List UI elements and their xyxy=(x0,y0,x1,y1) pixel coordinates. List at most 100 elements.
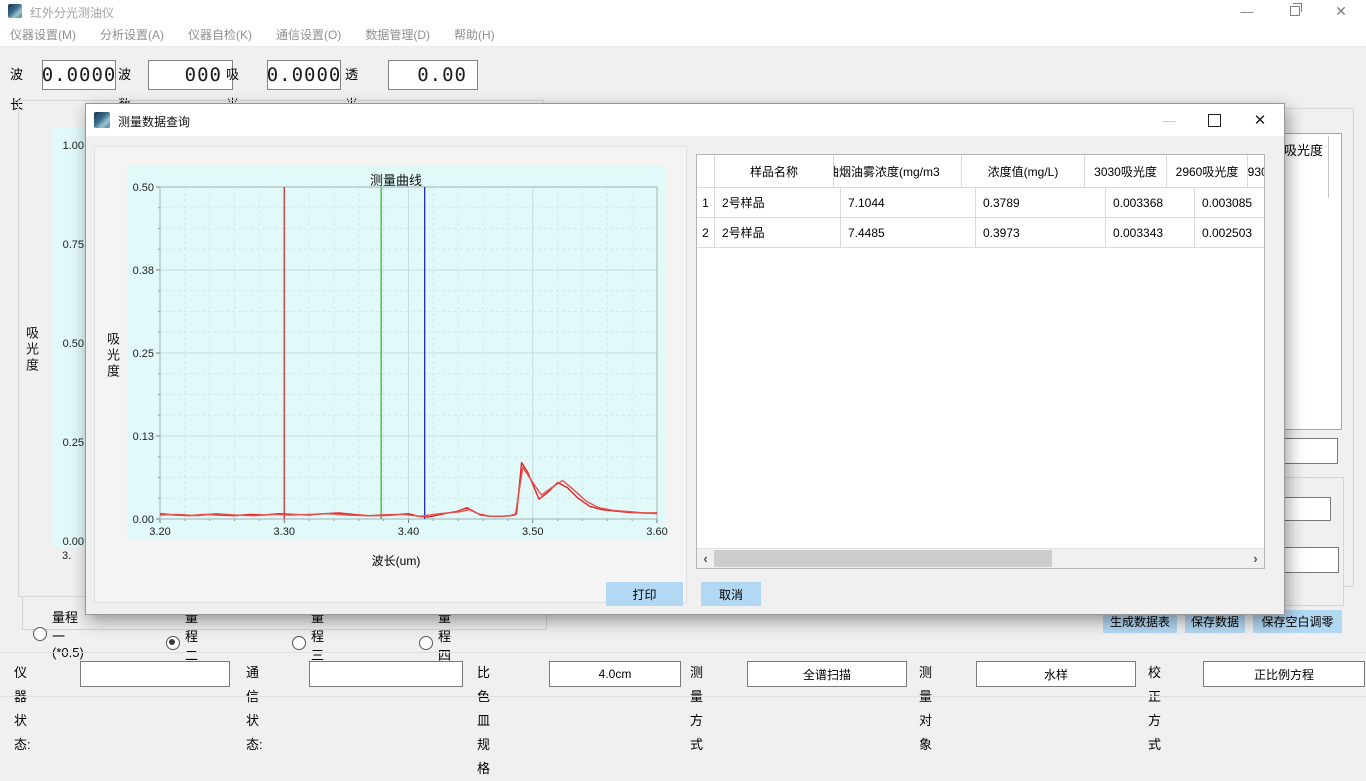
table-cell: 2号样品 xyxy=(715,218,841,247)
main-chart-ylabel: 吸光度 xyxy=(22,326,41,374)
table-cell: 1 xyxy=(697,188,715,217)
bottom-divider xyxy=(0,696,1366,697)
lcd-field-label: 波数 xyxy=(118,60,131,90)
scrollbar-thumb[interactable] xyxy=(714,550,1052,567)
header-text: 2930吸光度 xyxy=(1248,163,1265,180)
table-cell: 0.003368 xyxy=(1106,188,1195,217)
y-tick-label: 0.50 xyxy=(56,338,84,350)
y-tick-label: 0.00 xyxy=(133,514,154,526)
table-row[interactable]: 22号样品7.44850.39730.0033430.0025030.001 xyxy=(697,218,1264,248)
print-button[interactable]: 打印 xyxy=(606,582,683,606)
table-header-cell[interactable]: 油烟油雾浓度(mg/m3 xyxy=(834,155,962,187)
menu-item[interactable]: 通信设置(O) xyxy=(274,26,343,43)
measure-mode-label: 测量方式 xyxy=(690,661,703,685)
table-header-cell[interactable]: 样品名称 xyxy=(715,155,834,187)
header-text: 油烟油雾浓度(mg/m3 xyxy=(834,163,940,180)
measure-curve-chart: 3.203.303.403.503.600.500.380.250.130.00 xyxy=(127,165,665,540)
measure-data-table: 样品名称 油烟油雾浓度(mg/m3 浓度值(mg/L) 3030吸光度 2960吸光度 2… xyxy=(696,154,1265,569)
measure-mode-field[interactable]: 全谱扫描 xyxy=(747,661,907,687)
dialog-chart-xlabel: 波长(um) xyxy=(127,552,665,569)
y-tick-label: 0.38 xyxy=(133,265,154,277)
main-titlebar: 红外分光测油仪 — ✕ xyxy=(0,0,1366,22)
dialog-close-button[interactable]: ✕ xyxy=(1245,110,1275,130)
menu-bar: 仪器设置(M) 分析设置(A) 仪器自检(K) 通信设置(O) 数据管理(D) 帮助(H) xyxy=(0,22,1366,47)
radio-circle-icon xyxy=(166,636,180,650)
cuvette-spec-label: 比色皿规格 xyxy=(477,661,490,685)
table-cell: 0.002503 xyxy=(1195,218,1265,247)
table-header-cell[interactable] xyxy=(697,155,715,187)
measure-object-label: 测量对象 xyxy=(919,661,932,685)
right-list-header: 吸光度 xyxy=(1284,140,1323,159)
measure-object-field[interactable]: 水样 xyxy=(976,661,1136,687)
table-cell: 0.3789 xyxy=(976,188,1106,217)
table-header-cell[interactable]: 3030吸光度 xyxy=(1085,155,1167,187)
lcd-field-label: 吸光度 xyxy=(226,60,239,90)
table-cell: 0.003343 xyxy=(1106,218,1195,247)
correction-method-field[interactable]: 正比例方程 xyxy=(1203,661,1365,687)
table-header-cell[interactable]: 浓度值(mg/L) xyxy=(962,155,1085,187)
radio-circle-icon xyxy=(33,627,47,641)
y-tick-label: 0.13 xyxy=(133,431,154,443)
dialog-minimize-button: — xyxy=(1154,110,1184,130)
x-tick-label: 3.50 xyxy=(522,526,543,538)
main-window-title: 红外分光测油仪 xyxy=(30,4,114,21)
table-cell: 0.3973 xyxy=(976,218,1106,247)
measure-data-dialog: 测量数据查询 — ✕ 测量曲线 3.203.303.403.503.600.50… xyxy=(85,103,1285,615)
lcd-wavenumber-display: 000 xyxy=(148,60,233,90)
comm-status-label: 通信状态: xyxy=(246,661,263,685)
menu-item[interactable]: 仪器设置(M) xyxy=(8,26,78,43)
dialog-title: 测量数据查询 xyxy=(118,113,190,130)
y-tick-label: 0.25 xyxy=(56,437,84,449)
table-cell: 2号样品 xyxy=(715,188,841,217)
radio-circle-icon xyxy=(292,636,306,650)
instrument-status-label: 仪器状态: xyxy=(14,661,31,685)
main-close-button[interactable]: ✕ xyxy=(1326,1,1356,21)
main-chart-xtick-partial: 3. xyxy=(62,550,71,562)
table-cell: 7.1044 xyxy=(841,188,976,217)
header-text: 2960吸光度 xyxy=(1176,163,1239,180)
dialog-titlebar: 测量数据查询 — ✕ xyxy=(86,104,1284,136)
table-hscrollbar[interactable]: ‹ › xyxy=(697,548,1264,568)
table-header-cell[interactable]: 2930吸光度 xyxy=(1248,155,1265,187)
menu-item[interactable]: 分析设置(A) xyxy=(98,26,166,43)
header-text: 浓度值(mg/L) xyxy=(988,163,1059,180)
menu-item[interactable]: 帮助(H) xyxy=(452,26,497,43)
header-text: 样品名称 xyxy=(750,163,798,180)
scroll-left-arrow[interactable]: ‹ xyxy=(697,549,714,568)
x-tick-label: 3.60 xyxy=(646,526,667,538)
cancel-button[interactable]: 取消 xyxy=(701,582,761,606)
maximize-icon xyxy=(1208,114,1221,127)
lcd-field-label: 透光率 xyxy=(345,60,358,90)
y-tick-label: 1.00 xyxy=(56,140,84,152)
cuvette-spec-field[interactable]: 4.0cm xyxy=(549,661,681,687)
dialog-maximize-button[interactable] xyxy=(1199,110,1229,130)
restore-icon xyxy=(1290,6,1300,16)
dialog-chart-area: 测量曲线 3.203.303.403.503.600.500.380.250.1… xyxy=(127,165,665,540)
scroll-right-arrow[interactable]: › xyxy=(1247,549,1264,568)
table-header-row: 样品名称 油烟油雾浓度(mg/m3 浓度值(mg/L) 3030吸光度 2960吸光度 2… xyxy=(697,155,1264,188)
instrument-status-field[interactable] xyxy=(80,661,230,687)
menu-item[interactable]: 数据管理(D) xyxy=(363,26,432,43)
statusbar-divider xyxy=(0,652,1366,653)
table-cell: 2 xyxy=(697,218,715,247)
radio-circle-icon xyxy=(419,636,433,650)
dialog-chart-panel: 测量曲线 3.203.303.403.503.600.500.380.250.1… xyxy=(94,146,687,603)
menu-item[interactable]: 仪器自检(K) xyxy=(186,26,254,43)
main-restore-button[interactable] xyxy=(1280,1,1310,21)
lcd-absorbance-display: 0.0000 xyxy=(267,60,341,90)
x-tick-label: 3.20 xyxy=(149,526,170,538)
right-list-column-divider xyxy=(1328,136,1329,198)
header-text: 3030吸光度 xyxy=(1094,163,1157,180)
y-tick-label: 0.50 xyxy=(133,182,154,194)
comm-status-field[interactable] xyxy=(309,661,463,687)
y-tick-label: 0.25 xyxy=(133,348,154,360)
main-minimize-button[interactable]: — xyxy=(1232,1,1262,21)
x-tick-label: 3.30 xyxy=(274,526,295,538)
scrollbar-track[interactable] xyxy=(714,549,1247,568)
app-icon xyxy=(8,4,22,18)
correction-method-label: 校正方式 xyxy=(1148,661,1161,685)
table-header-cell[interactable]: 2960吸光度 xyxy=(1167,155,1248,187)
table-cell: 0.003085 xyxy=(1195,188,1265,217)
y-tick-label: 0.75 xyxy=(56,239,84,251)
table-row[interactable]: 12号样品7.10440.37890.0033680.0030850.000 xyxy=(697,188,1264,218)
